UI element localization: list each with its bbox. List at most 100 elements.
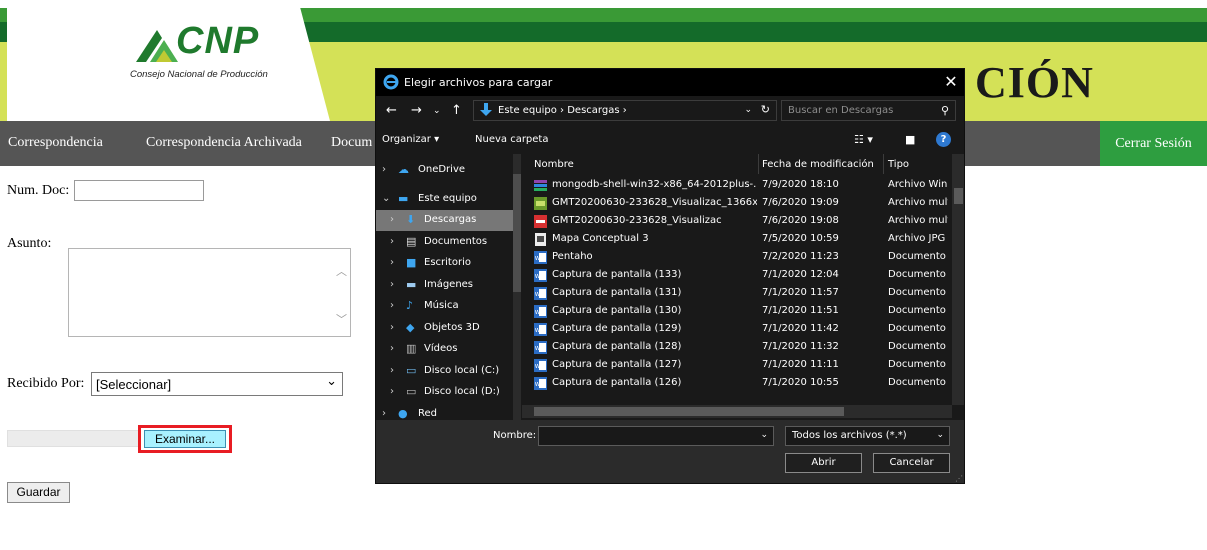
nav-tree-item-este-equipo[interactable]: ⌄ ▬ Este equipo bbox=[376, 189, 513, 210]
nav-correspondencia-archivada[interactable]: Correspondencia Archivada bbox=[146, 135, 302, 151]
file-row[interactable]: w Captura de pantalla (133) 7/1/2020 12:… bbox=[522, 266, 952, 285]
music-folder-icon: ♪ bbox=[406, 299, 414, 312]
resize-grip-icon[interactable]: ⋰ bbox=[955, 474, 963, 483]
scroll-down-icon[interactable]: ﹀ bbox=[336, 311, 347, 327]
dialog-titlebar[interactable]: Elegir archivos para cargar ✕ bbox=[376, 69, 964, 96]
chevron-right-icon[interactable]: › bbox=[382, 408, 386, 419]
file-date: 7/1/2020 11:42 bbox=[762, 323, 839, 334]
forward-arrow-icon[interactable]: → bbox=[411, 103, 422, 118]
refresh-icon[interactable]: ↻ bbox=[761, 103, 770, 116]
address-bar[interactable]: Este equipo › Descargas › ⌄ ↻ bbox=[473, 100, 777, 121]
new-folder-button[interactable]: Nueva carpeta bbox=[475, 134, 548, 145]
file-name: Captura de pantalla (129) bbox=[552, 323, 682, 334]
file-row[interactable]: GMT20200630-233628_Visualizac_1366x768 7… bbox=[522, 194, 952, 213]
file-input-field[interactable] bbox=[7, 430, 140, 447]
chevron-down-icon[interactable]: ⌄ bbox=[382, 193, 390, 204]
file-list-horizontal-scrollbar[interactable] bbox=[522, 405, 952, 418]
chevron-right-icon[interactable]: › bbox=[390, 236, 394, 247]
asunto-textarea[interactable]: ︿ ﹀ bbox=[68, 248, 351, 337]
svg-text:w: w bbox=[534, 291, 541, 298]
nav-tree-item-disco-d[interactable]: › ▭ Disco local (D:) bbox=[376, 382, 513, 403]
file-row[interactable]: w Captura de pantalla (129) 7/1/2020 11:… bbox=[522, 320, 952, 339]
search-input[interactable]: Buscar en Descargas bbox=[788, 105, 893, 116]
chevron-right-icon[interactable]: › bbox=[390, 322, 394, 333]
scroll-up-icon[interactable]: ︿ bbox=[336, 263, 347, 279]
up-arrow-icon[interactable]: ↑ bbox=[451, 103, 462, 118]
videos-folder-icon: ▥ bbox=[406, 342, 417, 355]
chevron-right-icon[interactable]: › bbox=[390, 214, 394, 225]
file-date: 7/1/2020 10:55 bbox=[762, 377, 839, 388]
file-row[interactable]: w Captura de pantalla (128) 7/1/2020 11:… bbox=[522, 338, 952, 357]
nav-tree-item-musica[interactable]: › ♪ Música bbox=[376, 296, 513, 317]
nav-tree-item-imagenes[interactable]: › ▬ Imágenes bbox=[376, 275, 513, 296]
chevron-down-icon[interactable]: ⌄ bbox=[760, 430, 768, 440]
file-type: Archivo JPG bbox=[888, 233, 946, 244]
scrollbar-thumb[interactable] bbox=[534, 407, 844, 416]
file-row[interactable]: w Captura de pantalla (130) 7/1/2020 11:… bbox=[522, 302, 952, 321]
scrollbar-thumb[interactable] bbox=[954, 188, 963, 204]
nav-tree-item-videos[interactable]: › ▥ Vídeos bbox=[376, 339, 513, 360]
help-icon[interactable]: ? bbox=[936, 132, 951, 147]
column-header-name[interactable]: Nombre bbox=[534, 159, 574, 170]
back-arrow-icon[interactable]: ← bbox=[386, 103, 397, 118]
chevron-down-icon[interactable]: ⌄ bbox=[744, 105, 752, 115]
nav-documentos[interactable]: Docum bbox=[331, 135, 372, 151]
nav-tree-item-disco-c[interactable]: › ▭ Disco local (C:) bbox=[376, 361, 513, 382]
file-row[interactable]: mongodb-shell-win32-x86_64-2012plus-... … bbox=[522, 176, 952, 195]
nav-tree-item-objetos-3d[interactable]: › ◆ Objetos 3D bbox=[376, 318, 513, 339]
navigation-pane-scrollbar[interactable] bbox=[513, 154, 521, 420]
file-list-vertical-scrollbar[interactable] bbox=[952, 154, 964, 405]
chevron-right-icon[interactable]: › bbox=[390, 300, 394, 311]
file-row[interactable]: w Pentaho 7/2/2020 11:23 Documento bbox=[522, 248, 952, 267]
word-document-icon: w bbox=[534, 341, 547, 354]
file-row[interactable]: w Captura de pantalla (131) 7/1/2020 11:… bbox=[522, 284, 952, 303]
recent-locations-icon[interactable]: ⌄ bbox=[433, 106, 441, 116]
recibido-select[interactable]: [Seleccionar] ⌄ bbox=[91, 372, 343, 396]
chevron-right-icon[interactable]: › bbox=[390, 343, 394, 354]
file-list: Nombre Fecha de modificación Tipo mongod… bbox=[522, 154, 964, 420]
file-row[interactable]: w Captura de pantalla (126) 7/1/2020 10:… bbox=[522, 374, 952, 393]
column-separator[interactable] bbox=[758, 154, 759, 174]
close-icon[interactable]: ✕ bbox=[936, 69, 964, 96]
file-row[interactable]: GMT20200630-233628_Visualizac 7/6/2020 1… bbox=[522, 212, 952, 231]
asunto-label: Asunto: bbox=[7, 236, 52, 251]
chevron-right-icon[interactable]: › bbox=[390, 386, 394, 397]
file-type-filter[interactable]: Todos los archivos (*.*) ⌄ bbox=[785, 426, 950, 446]
file-row[interactable]: Mapa Conceptual 3 7/5/2020 10:59 Archivo… bbox=[522, 230, 952, 249]
nav-tree-item-documentos[interactable]: › ▤ Documentos bbox=[376, 232, 513, 253]
logout-button[interactable]: Cerrar Sesión bbox=[1100, 121, 1207, 166]
column-header-type[interactable]: Tipo bbox=[888, 159, 909, 170]
file-date: 7/5/2020 10:59 bbox=[762, 233, 839, 244]
scrollbar-thumb[interactable] bbox=[513, 174, 521, 292]
open-button[interactable]: Abrir bbox=[785, 453, 862, 473]
chevron-down-icon: ⌄ bbox=[326, 374, 337, 389]
chevron-right-icon[interactable]: › bbox=[390, 365, 394, 376]
file-name: Mapa Conceptual 3 bbox=[552, 233, 649, 244]
nav-tree-item-descargas[interactable]: › ⬇ Descargas bbox=[376, 210, 513, 231]
preview-pane-icon[interactable]: ■ bbox=[905, 133, 915, 146]
cnp-logo[interactable]: CNP Consejo Nacional de Producción bbox=[118, 20, 318, 90]
chevron-right-icon[interactable]: › bbox=[390, 279, 394, 290]
nav-correspondencia[interactable]: Correspondencia bbox=[8, 135, 103, 151]
nav-tree-item-onedrive[interactable]: › ☁ OneDrive bbox=[376, 160, 513, 181]
asunto-scrollbar[interactable]: ︿ ﹀ bbox=[333, 249, 350, 336]
chevron-right-icon[interactable]: › bbox=[382, 164, 386, 175]
search-field[interactable]: Buscar en Descargas ⚲ bbox=[781, 100, 956, 121]
breadcrumb[interactable]: Este equipo › Descargas › bbox=[498, 105, 627, 116]
change-view-icon[interactable]: ☷ ▾ bbox=[854, 133, 873, 146]
guardar-button[interactable]: Guardar bbox=[7, 482, 70, 503]
examinar-button[interactable]: Examinar... bbox=[144, 430, 226, 448]
file-name-input[interactable]: ⌄ bbox=[538, 426, 774, 446]
column-header-date[interactable]: Fecha de modificación bbox=[762, 159, 874, 170]
cancel-button[interactable]: Cancelar bbox=[873, 453, 950, 473]
objects-3d-folder-icon: ◆ bbox=[406, 321, 415, 334]
column-separator[interactable] bbox=[883, 154, 884, 174]
nav-tree-label: Descargas bbox=[424, 214, 477, 225]
file-row[interactable]: w Captura de pantalla (127) 7/1/2020 11:… bbox=[522, 356, 952, 375]
chevron-right-icon[interactable]: › bbox=[390, 257, 394, 268]
nav-tree-item-red[interactable]: › ● Red bbox=[376, 404, 513, 420]
search-icon[interactable]: ⚲ bbox=[941, 104, 949, 117]
nav-tree-item-escritorio[interactable]: › ■ Escritorio bbox=[376, 253, 513, 274]
organize-button[interactable]: Organizar ▾ bbox=[382, 134, 439, 145]
numdoc-input[interactable] bbox=[74, 180, 204, 201]
